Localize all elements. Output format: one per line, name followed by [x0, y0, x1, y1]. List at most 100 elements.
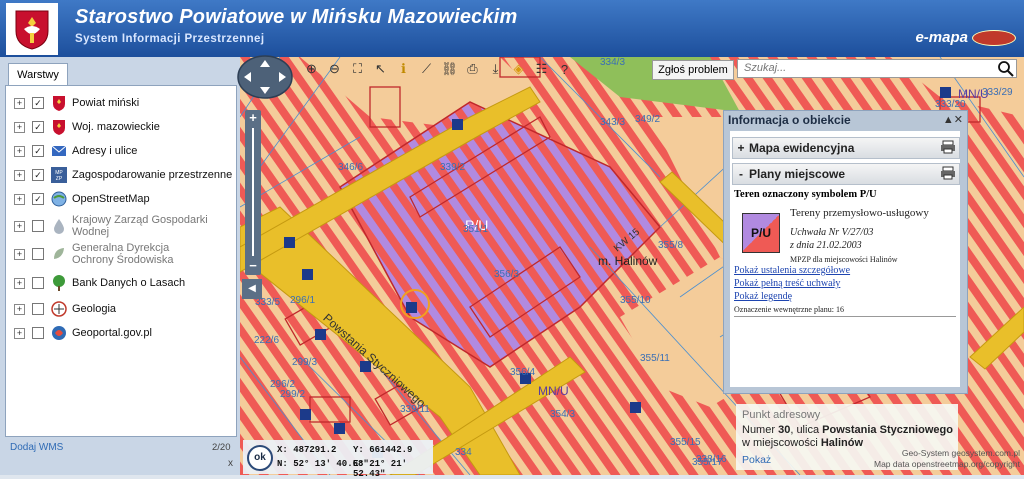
- report-problem-button[interactable]: Zgłoś problem: [652, 60, 734, 80]
- layer-checkbox[interactable]: [32, 327, 44, 339]
- resolution-date: z dnia 21.02.2003: [790, 240, 862, 251]
- zoom-in-button[interactable]: +: [245, 111, 261, 125]
- export-icon[interactable]: ⤓: [484, 58, 507, 80]
- layer-label: Powiat miński: [72, 97, 140, 109]
- layer-checkbox[interactable]: ✓: [32, 193, 44, 205]
- layer-label: Adresy i ulice: [72, 145, 138, 157]
- coordinates-box: ok X: 487291.2 Y: 661442.9 N: 52° 13' 40…: [243, 440, 433, 479]
- address-number: 30: [778, 424, 791, 436]
- layer-item[interactable]: + Bank Danych o Lasach: [14, 274, 185, 292]
- zoom-out-button[interactable]: −: [245, 259, 261, 273]
- print-icon[interactable]: ⎙: [461, 58, 484, 80]
- layer-item[interactable]: + ✓ Woj. mazowieckie: [14, 118, 160, 136]
- link-show-legend[interactable]: Pokaż legendę: [734, 291, 792, 302]
- town-label: m. Halinów: [598, 254, 658, 268]
- parcel-label: 339/2: [440, 162, 466, 173]
- info-panel-controls[interactable]: ▲✕: [943, 113, 963, 126]
- section-plany-miejscowe[interactable]: - Plany miejscowe: [732, 163, 960, 185]
- expand-icon[interactable]: +: [14, 169, 25, 181]
- parcel-label: 356/3: [494, 269, 520, 280]
- copyright-geosystem: Geo-System geosystem.com.pl: [901, 448, 1020, 458]
- parcel-label: 299/2: [280, 389, 306, 400]
- layer-item[interactable]: + ✓ OpenStreetMap: [14, 190, 150, 208]
- layers-icon[interactable]: ◈: [507, 58, 530, 80]
- parcel-label: 355/8: [658, 240, 684, 251]
- expand-icon[interactable]: +: [14, 303, 25, 315]
- layer-item[interactable]: + ✓ MP ZP Zagospodarowanie przestrzenne: [14, 166, 232, 184]
- info-panel-title: Informacja o obiekcie: [728, 113, 851, 127]
- add-wms-link[interactable]: Dodaj WMS: [10, 442, 63, 453]
- info-panel-body: + Mapa ewidencyjna - Plany miejscowe Teren…: [730, 131, 960, 387]
- app-header: Starostwo Powiatowe w Mińsku Mazowieckim…: [0, 0, 1024, 57]
- parcel-label: 355/15: [670, 437, 701, 448]
- legend-icon[interactable]: ☷: [530, 58, 553, 80]
- pu-symbol-icon: P/U: [742, 213, 780, 253]
- info-icon[interactable]: ℹ: [392, 58, 415, 80]
- layer-checkbox[interactable]: [32, 303, 44, 315]
- link-full-resolution[interactable]: Pokaż pełną treść uchwały: [734, 278, 840, 289]
- geology-icon: [50, 300, 68, 318]
- tree-icon: [50, 274, 68, 292]
- layer-item[interactable]: + Generalna Dyrekcja Ochrony Środowiska: [14, 242, 212, 266]
- show-address-link[interactable]: Pokaż: [742, 454, 771, 466]
- zoom-extent-icon[interactable]: ⛶: [346, 58, 369, 80]
- expand-icon[interactable]: +: [14, 248, 25, 260]
- layer-label: Zagospodarowanie przestrzenne: [72, 169, 233, 181]
- layer-checkbox[interactable]: ✓: [32, 121, 44, 133]
- link-show-details[interactable]: Pokaż ustalenia szczegółowe: [734, 265, 850, 276]
- pu-symbol-text: P/U: [750, 226, 771, 240]
- layer-checkbox[interactable]: [32, 248, 44, 260]
- print-icon[interactable]: [940, 140, 956, 154]
- pan-control[interactable]: [236, 54, 294, 100]
- layer-checkbox[interactable]: [32, 277, 44, 289]
- layer-checkbox[interactable]: ✓: [32, 169, 44, 181]
- expand-icon[interactable]: +: [14, 327, 25, 339]
- search-icon[interactable]: [997, 60, 1015, 78]
- coat-of-arms-icon: [50, 94, 68, 112]
- expand-icon[interactable]: +: [14, 121, 25, 133]
- expand-icon[interactable]: +: [14, 277, 25, 289]
- layer-label: Geologia: [72, 303, 117, 315]
- layer-item[interactable]: + Krajowy Zarząd Gospodarki Wodnej: [14, 214, 212, 238]
- pointer-icon[interactable]: ↖: [369, 58, 392, 80]
- measure-icon[interactable]: ⟋: [415, 58, 438, 80]
- mnu-label-1: MN/U: [538, 384, 569, 398]
- address-text: Numer 30, ulica Powstania Styczniowego w…: [742, 424, 957, 450]
- parcel-label: 334: [455, 447, 472, 458]
- layer-label: Bank Danych o Lasach: [72, 277, 186, 289]
- layer-checkbox[interactable]: [32, 220, 44, 232]
- expand-icon[interactable]: +: [14, 220, 25, 232]
- expand-icon[interactable]: +: [14, 193, 25, 205]
- layer-checkbox[interactable]: ✓: [32, 145, 44, 157]
- parcel-label: 354/3: [550, 409, 576, 420]
- section-mapa-ewidencyjna[interactable]: + Mapa ewidencyjna: [732, 137, 960, 159]
- close-icon[interactable]: x: [228, 458, 233, 469]
- brand-logo: e-mapa: [915, 29, 1016, 47]
- address-prefix: Numer: [742, 424, 776, 436]
- layer-item[interactable]: + Geoportal.gov.pl: [14, 324, 152, 342]
- geosystem-logo-icon: [972, 30, 1016, 47]
- parcel-label: 296/1: [290, 295, 316, 306]
- ok-button[interactable]: ok: [247, 445, 273, 471]
- layer-checkbox[interactable]: ✓: [32, 97, 44, 109]
- zoom-slider[interactable]: + −: [245, 110, 261, 275]
- help-icon[interactable]: ?: [553, 58, 576, 80]
- layer-item[interactable]: + ✓ Adresy i ulice: [14, 142, 137, 160]
- expand-icon[interactable]: +: [14, 97, 25, 109]
- parcel-label: 355/11: [640, 353, 670, 364]
- zoom-track: [252, 128, 254, 256]
- link-icon[interactable]: ⛓: [438, 58, 461, 80]
- zoom-out-icon[interactable]: ⊖: [323, 58, 346, 80]
- expand-icon[interactable]: +: [14, 145, 25, 157]
- tab-warstwy[interactable]: Warstwy: [8, 63, 68, 86]
- print-icon[interactable]: [940, 166, 956, 180]
- layer-label: Geoportal.gov.pl: [72, 327, 152, 339]
- zoom-in-icon[interactable]: ⊕: [300, 58, 323, 80]
- search-input[interactable]: [737, 59, 1017, 78]
- layer-item[interactable]: + ✓ Powiat miński: [14, 94, 139, 112]
- layer-item[interactable]: + Geologia: [14, 300, 116, 318]
- parcel-label: 333/29: [982, 87, 1013, 98]
- collapse-panel-button[interactable]: ◀: [242, 279, 262, 299]
- divider: [734, 316, 956, 317]
- coord-y: Y: 661442.9: [353, 445, 413, 455]
